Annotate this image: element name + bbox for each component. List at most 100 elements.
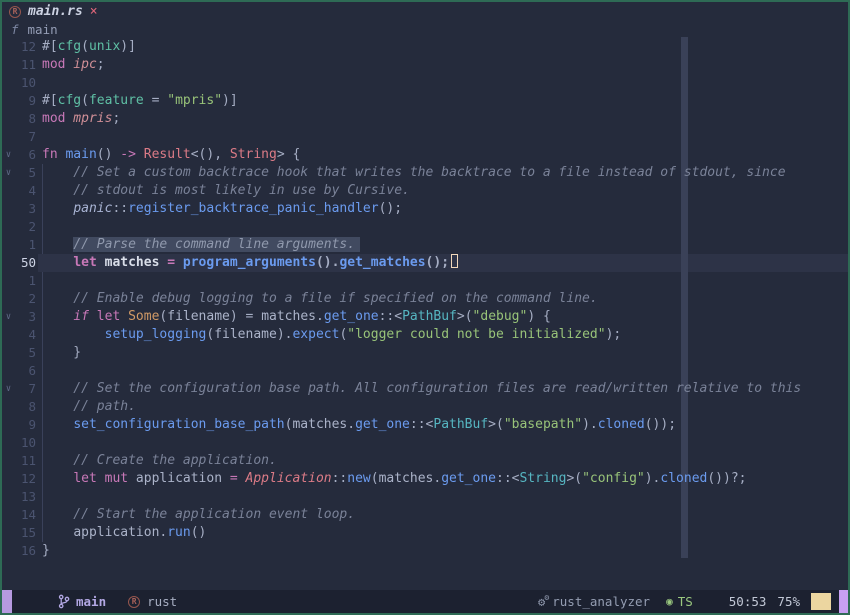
code-line[interactable]: 9#[cfg(feature = "mpris")] xyxy=(2,92,848,110)
code-text: // Set the configuration base path. All … xyxy=(36,380,801,398)
line-number: 6 xyxy=(15,362,36,380)
code-line[interactable]: 11mod ipc; xyxy=(2,56,848,74)
code-line[interactable]: 1 // Parse the command line arguments. xyxy=(2,236,848,254)
mode-indicator-block xyxy=(2,590,12,613)
code-line[interactable]: 4 setup_logging(filename).expect("logger… xyxy=(2,326,848,344)
code-line[interactable]: ∨6fn main() -> Result<(), String> { xyxy=(2,146,848,164)
git-branch-indicator[interactable]: main xyxy=(58,594,106,609)
line-number: 8 xyxy=(15,398,36,416)
function-icon: f xyxy=(11,22,19,37)
code-line[interactable]: 16} xyxy=(2,542,848,560)
breadcrumb[interactable]: f main xyxy=(2,21,848,38)
code-line[interactable]: 9 set_configuration_base_path(matches.ge… xyxy=(2,416,848,434)
code-line[interactable]: 10 xyxy=(2,74,848,92)
tab-title: main.rs xyxy=(28,4,83,19)
code-line[interactable]: 2 // Enable debug logging to a file if s… xyxy=(2,290,848,308)
line-number: 3 xyxy=(15,308,36,326)
fold-chevron-icon[interactable]: ∨ xyxy=(2,380,15,398)
line-number: 4 xyxy=(15,326,36,344)
code-text: set_configuration_base_path(matches.get_… xyxy=(36,416,676,434)
code-text: } xyxy=(36,344,81,362)
breadcrumb-symbol: main xyxy=(28,22,58,37)
code-editor[interactable]: 12#[cfg(unix)]11mod ipc;109#[cfg(feature… xyxy=(2,38,848,560)
code-line[interactable]: 10 xyxy=(2,434,848,452)
line-number: 11 xyxy=(15,452,36,470)
code-line[interactable]: 8mod mpris; xyxy=(2,110,848,128)
purple-indicator-block xyxy=(839,590,848,613)
code-text: mod ipc; xyxy=(36,56,105,74)
line-number: 15 xyxy=(15,524,36,542)
line-number: 1 xyxy=(15,236,36,254)
code-lines: 12#[cfg(unix)]11mod ipc;109#[cfg(feature… xyxy=(2,38,848,560)
line-number: 10 xyxy=(15,74,36,92)
git-branch-icon xyxy=(58,594,70,609)
code-line[interactable]: ∨3 if let Some(filename) = matches.get_o… xyxy=(2,308,848,326)
line-number: 5 xyxy=(15,344,36,362)
line-number: 7 xyxy=(15,380,36,398)
editor-window: R main.rs × f main 12#[cfg(unix)]11mod i… xyxy=(0,0,850,615)
code-line[interactable]: 50 let matches = program_arguments().get… xyxy=(2,254,848,272)
code-line[interactable]: 4 // stdout is most likely in use by Cur… xyxy=(2,182,848,200)
text-cursor xyxy=(451,254,458,268)
code-line[interactable]: 8 // path. xyxy=(2,398,848,416)
line-number: 11 xyxy=(15,56,36,74)
line-number: 1 xyxy=(15,272,36,290)
code-line[interactable]: 12#[cfg(unix)] xyxy=(2,38,848,56)
tab-main-rs[interactable]: R main.rs × xyxy=(9,4,98,19)
tan-indicator-block xyxy=(811,593,831,610)
code-line[interactable]: 5 } xyxy=(2,344,848,362)
line-number: 10 xyxy=(15,434,36,452)
language-indicator[interactable]: R rust xyxy=(128,594,177,609)
code-text: // stdout is most likely in use by Cursi… xyxy=(36,182,410,200)
gear-icon: ⚙⚙ xyxy=(538,595,545,609)
code-text: if let Some(filename) = matches.get_one:… xyxy=(36,308,551,326)
code-text: #[cfg(feature = "mpris")] xyxy=(36,92,238,110)
fold-chevron-icon[interactable]: ∨ xyxy=(2,146,15,164)
fold-chevron-icon[interactable]: ∨ xyxy=(2,164,15,182)
code-text: setup_logging(filename).expect("logger c… xyxy=(36,326,621,344)
line-number: 9 xyxy=(15,416,36,434)
line-number: 2 xyxy=(15,218,36,236)
line-number: 12 xyxy=(15,470,36,488)
line-number: 9 xyxy=(15,92,36,110)
code-text: } xyxy=(36,542,50,560)
code-text: // Enable debug logging to a file if spe… xyxy=(36,290,598,308)
close-icon[interactable]: × xyxy=(90,5,98,18)
scroll-percent: 75% xyxy=(777,594,800,609)
rust-logo-icon: R xyxy=(9,6,21,18)
code-line[interactable]: 6 xyxy=(2,362,848,380)
treesitter-label: TS xyxy=(678,594,693,609)
tab-bar: R main.rs × xyxy=(2,2,848,21)
treesitter-indicator[interactable]: ◉ TS xyxy=(666,594,693,609)
code-line[interactable]: 7 xyxy=(2,128,848,146)
language-name: rust xyxy=(147,594,177,609)
code-text: // Start the application event loop. xyxy=(36,506,355,524)
line-number: 5 xyxy=(15,164,36,182)
line-number: 13 xyxy=(15,488,36,506)
lsp-indicator[interactable]: ⚙⚙ rust_analyzer xyxy=(538,594,650,609)
code-line[interactable]: ∨5 // Set a custom backtrace hook that w… xyxy=(2,164,848,182)
code-line[interactable]: 12 let mut application = Application::ne… xyxy=(2,470,848,488)
line-number: 6 xyxy=(15,146,36,164)
code-text: mod mpris; xyxy=(36,110,120,128)
rust-logo-icon: R xyxy=(128,596,140,608)
code-line[interactable]: 15 application.run() xyxy=(2,524,848,542)
code-line[interactable]: 3 panic::register_backtrace_panic_handle… xyxy=(2,200,848,218)
fold-chevron-icon[interactable]: ∨ xyxy=(2,308,15,326)
circle-dot-icon: ◉ xyxy=(666,596,673,607)
code-line[interactable]: 13 xyxy=(2,488,848,506)
code-text: // Set a custom backtrace hook that writ… xyxy=(36,164,786,182)
code-text: let matches = program_arguments().get_ma… xyxy=(36,254,458,272)
code-line[interactable]: ∨7 // Set the configuration base path. A… xyxy=(2,380,848,398)
line-number: 50 xyxy=(15,254,36,272)
code-line[interactable]: 11 // Create the application. xyxy=(2,452,848,470)
code-text: panic::register_backtrace_panic_handler(… xyxy=(36,200,402,218)
cursor-position: 50:53 xyxy=(729,594,767,609)
line-number: 3 xyxy=(15,200,36,218)
code-text: fn main() -> Result<(), String> { xyxy=(36,146,300,164)
line-number: 12 xyxy=(15,38,36,56)
code-line[interactable]: 14 // Start the application event loop. xyxy=(2,506,848,524)
line-number: 16 xyxy=(15,542,36,560)
code-line[interactable]: 2 xyxy=(2,218,848,236)
code-line[interactable]: 1 xyxy=(2,272,848,290)
